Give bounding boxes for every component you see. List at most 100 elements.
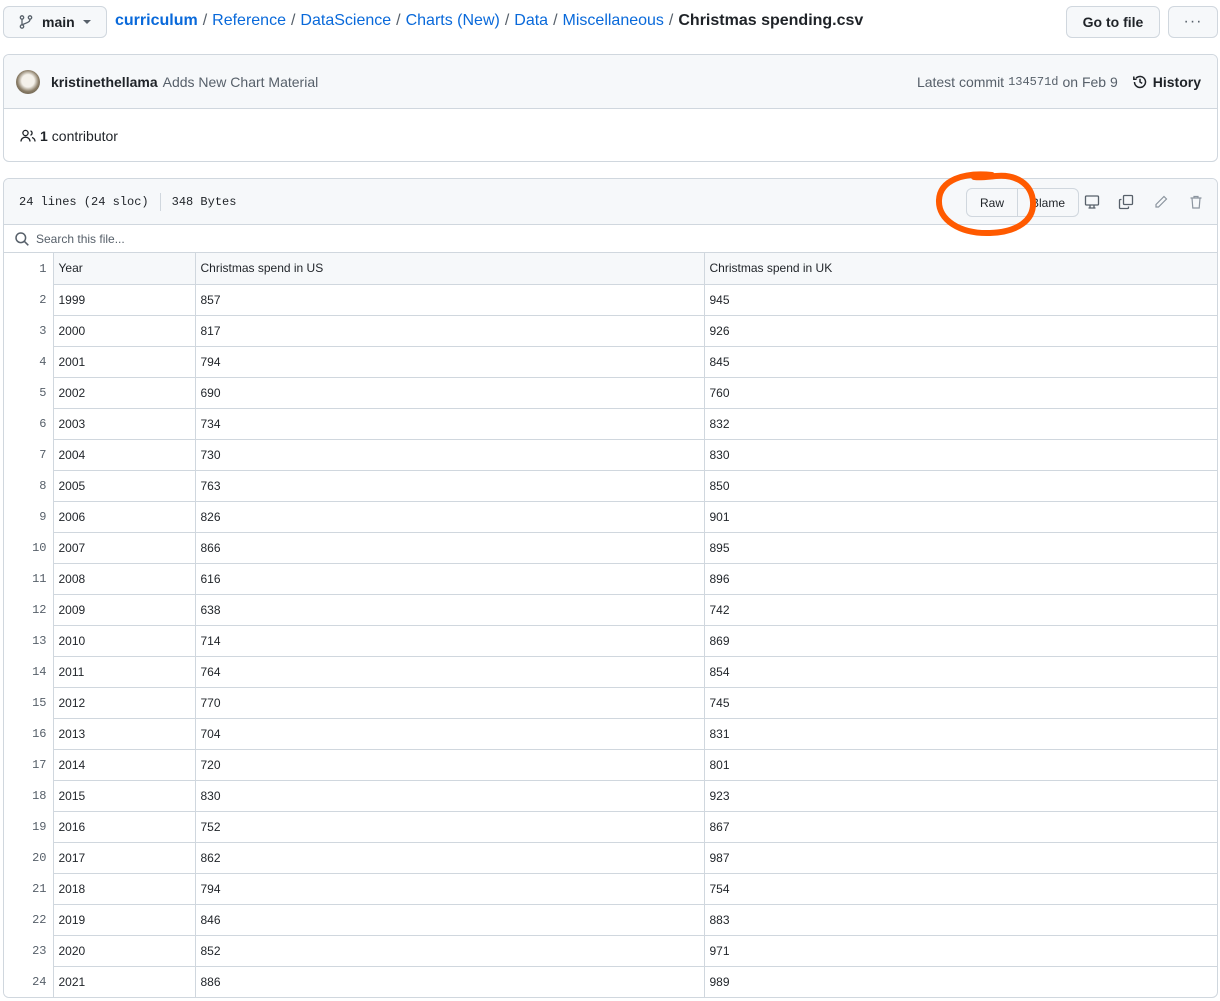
cell-year: 1999 bbox=[52, 283, 196, 316]
file-viewer: 24 lines (24 sloc) 348 Bytes Raw Blame 1 bbox=[3, 178, 1218, 998]
line-number[interactable]: 16 bbox=[4, 718, 54, 749]
trash-icon[interactable] bbox=[1185, 191, 1207, 213]
cell-us-spend: 616 bbox=[194, 562, 705, 595]
table-row: 15 2012 770 745 bbox=[4, 686, 1217, 719]
pencil-icon[interactable] bbox=[1150, 191, 1172, 213]
people-icon bbox=[20, 129, 36, 142]
line-number[interactable]: 7 bbox=[4, 439, 54, 470]
cell-year: 2011 bbox=[52, 655, 196, 688]
copy-icon[interactable] bbox=[1115, 191, 1137, 213]
table-row: 13 2010 714 869 bbox=[4, 624, 1217, 657]
cell-us-spend: 770 bbox=[194, 686, 705, 719]
cell-uk-spend: 850 bbox=[703, 469, 1217, 502]
line-number[interactable]: 10 bbox=[4, 532, 54, 563]
blame-button[interactable]: Blame bbox=[1017, 189, 1078, 216]
table-row: 16 2013 704 831 bbox=[4, 717, 1217, 750]
search-file-input[interactable] bbox=[36, 231, 436, 246]
table-row: 5 2002 690 760 bbox=[4, 376, 1217, 409]
raw-button[interactable]: Raw bbox=[967, 189, 1017, 216]
cell-us-spend: 846 bbox=[194, 903, 705, 936]
table-row: 24 2021 886 989 bbox=[4, 965, 1217, 997]
cell-uk-spend: 845 bbox=[703, 345, 1217, 378]
line-number[interactable]: 13 bbox=[4, 625, 54, 656]
line-number[interactable]: 20 bbox=[4, 842, 54, 873]
line-number[interactable]: 18 bbox=[4, 780, 54, 811]
cell-year: 2014 bbox=[52, 748, 196, 781]
commit-sha-link[interactable]: 134571d bbox=[1008, 75, 1058, 89]
go-to-file-button[interactable]: Go to file bbox=[1066, 6, 1160, 38]
table-header-row: 1 Year Christmas spend in US Christmas s… bbox=[4, 253, 1217, 285]
line-number[interactable]: 24 bbox=[4, 966, 54, 997]
branch-selector-button[interactable]: main bbox=[3, 6, 107, 38]
commit-message-link[interactable]: Adds New Chart Material bbox=[163, 74, 319, 90]
file-header: 24 lines (24 sloc) 348 Bytes Raw Blame bbox=[4, 179, 1217, 225]
history-link[interactable]: History bbox=[1132, 74, 1201, 90]
line-number[interactable]: 14 bbox=[4, 656, 54, 687]
line-number[interactable]: 9 bbox=[4, 501, 54, 532]
line-number[interactable]: 19 bbox=[4, 811, 54, 842]
table-row: 20 2017 862 987 bbox=[4, 841, 1217, 874]
line-number[interactable]: 22 bbox=[4, 904, 54, 935]
line-number[interactable]: 11 bbox=[4, 563, 54, 594]
cell-year: 2013 bbox=[52, 717, 196, 750]
line-number[interactable]: 2 bbox=[4, 284, 54, 315]
line-number[interactable]: 17 bbox=[4, 749, 54, 780]
contributor-label[interactable]: contributor bbox=[52, 128, 118, 144]
cell-year: 2010 bbox=[52, 624, 196, 657]
breadcrumb-link-charts-new[interactable]: Charts (New) bbox=[406, 12, 500, 30]
cell-uk-spend: 854 bbox=[703, 655, 1217, 688]
cell-uk-spend: 867 bbox=[703, 810, 1217, 843]
file-search-row bbox=[4, 225, 1217, 253]
breadcrumb: curriculum / Reference / DataScience / C… bbox=[115, 12, 863, 30]
cell-us-spend: 714 bbox=[194, 624, 705, 657]
file-info: 24 lines (24 sloc) 348 Bytes bbox=[19, 192, 236, 211]
desktop-icon[interactable] bbox=[1081, 191, 1103, 213]
cell-year: 2016 bbox=[52, 810, 196, 843]
cell-uk-spend: 895 bbox=[703, 531, 1217, 564]
line-number[interactable]: 21 bbox=[4, 873, 54, 904]
cell-us-spend: 638 bbox=[194, 593, 705, 626]
line-number[interactable]: 3 bbox=[4, 315, 54, 346]
line-number[interactable]: 5 bbox=[4, 377, 54, 408]
cell-year: 2008 bbox=[52, 562, 196, 595]
cell-us-spend: 730 bbox=[194, 438, 705, 471]
breadcrumb-link-miscellaneous[interactable]: Miscellaneous bbox=[563, 12, 664, 30]
table-row: 22 2019 846 883 bbox=[4, 903, 1217, 936]
table-row: 6 2003 734 832 bbox=[4, 407, 1217, 440]
cell-us-spend: 704 bbox=[194, 717, 705, 750]
breadcrumb-link-data[interactable]: Data bbox=[514, 12, 548, 30]
cell-uk-spend: 945 bbox=[703, 283, 1217, 316]
breadcrumb-repo-link[interactable]: curriculum bbox=[115, 12, 198, 30]
line-number[interactable]: 4 bbox=[4, 346, 54, 377]
cell-us-spend: 826 bbox=[194, 500, 705, 533]
more-options-button[interactable]: ··· bbox=[1168, 6, 1218, 38]
breadcrumb-link-datascience[interactable]: DataScience bbox=[300, 12, 391, 30]
commit-date: on Feb 9 bbox=[1062, 74, 1118, 90]
header-cell-uk: Christmas spend in UK bbox=[703, 253, 1217, 285]
line-number[interactable]: 1 bbox=[4, 253, 54, 284]
line-number[interactable]: 23 bbox=[4, 935, 54, 966]
commit-author-link[interactable]: kristinethellama bbox=[51, 74, 158, 90]
table-row: 12 2009 638 742 bbox=[4, 593, 1217, 626]
caret-down-icon bbox=[82, 20, 91, 24]
cell-us-spend: 794 bbox=[194, 345, 705, 378]
contributor-count[interactable]: 1 bbox=[40, 128, 48, 144]
breadcrumb-separator: / bbox=[290, 12, 296, 29]
cell-uk-spend: 926 bbox=[703, 314, 1217, 347]
avatar[interactable] bbox=[16, 69, 40, 94]
cell-us-spend: 862 bbox=[194, 841, 705, 874]
cell-year: 2007 bbox=[52, 531, 196, 564]
cell-uk-spend: 745 bbox=[703, 686, 1217, 719]
line-number[interactable]: 6 bbox=[4, 408, 54, 439]
table-row: 14 2011 764 854 bbox=[4, 655, 1217, 688]
commit-box: kristinethellama Adds New Chart Material… bbox=[3, 54, 1218, 162]
line-number[interactable]: 12 bbox=[4, 594, 54, 625]
breadcrumb-link-reference[interactable]: Reference bbox=[212, 12, 286, 30]
git-branch-icon bbox=[19, 15, 33, 29]
cell-year: 2020 bbox=[52, 934, 196, 967]
line-number[interactable]: 15 bbox=[4, 687, 54, 718]
line-count: 24 lines (24 sloc) bbox=[19, 194, 149, 209]
table-row: 4 2001 794 845 bbox=[4, 345, 1217, 378]
cell-us-spend: 830 bbox=[194, 779, 705, 812]
line-number[interactable]: 8 bbox=[4, 470, 54, 501]
